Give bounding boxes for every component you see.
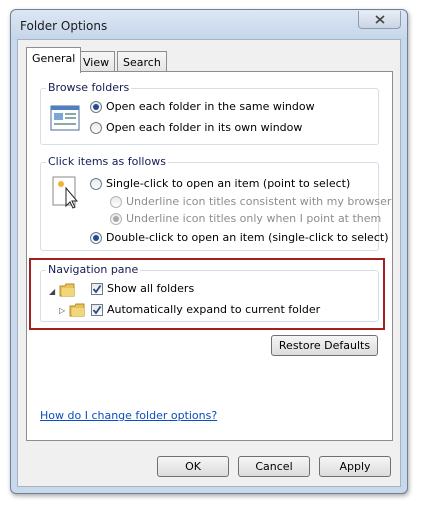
cancel-button[interactable]: Cancel bbox=[238, 456, 310, 477]
underline-browser-label: Underline icon titles consistent with my… bbox=[126, 195, 392, 208]
underline-browser-radio[interactable] bbox=[110, 195, 122, 208]
double-click-radio[interactable] bbox=[90, 231, 102, 244]
own-window-option[interactable]: Open each folder in its own window bbox=[90, 121, 302, 134]
click-cursor-icon bbox=[52, 176, 82, 213]
auto-expand-checkbox[interactable] bbox=[91, 303, 103, 316]
window-title: Folder Options bbox=[20, 19, 108, 33]
single-click-label: Single-click to open an item (point to s… bbox=[106, 177, 351, 190]
show-all-folders-checkbox[interactable] bbox=[91, 282, 103, 295]
single-click-option[interactable]: Single-click to open an item (point to s… bbox=[90, 177, 350, 190]
restore-defaults-button[interactable]: Restore Defaults bbox=[271, 335, 378, 356]
show-all-folders-label: Show all folders bbox=[107, 282, 195, 295]
show-all-folders-option[interactable]: Show all folders bbox=[91, 282, 194, 295]
tab-view-label: View bbox=[83, 56, 110, 69]
folder-icon bbox=[59, 283, 75, 300]
apply-button[interactable]: Apply bbox=[319, 456, 391, 477]
tab-general[interactable]: General bbox=[26, 47, 82, 73]
underline-point-option[interactable]: Underline icon titles only when I point … bbox=[110, 212, 381, 225]
underline-point-label: Underline icon titles only when I point … bbox=[126, 212, 382, 225]
tab-general-label: General bbox=[32, 52, 76, 65]
underline-point-radio[interactable] bbox=[110, 212, 122, 225]
browse-folders-heading: Browse folders bbox=[46, 81, 132, 94]
cancel-label: Cancel bbox=[255, 460, 293, 473]
title-bar[interactable]: Folder Options bbox=[11, 10, 407, 40]
navigation-pane-heading: Navigation pane bbox=[46, 263, 141, 276]
browse-folders-group: Browse folders bbox=[40, 81, 379, 145]
apply-label: Apply bbox=[339, 460, 371, 473]
underline-browser-option[interactable]: Underline icon titles consistent with my… bbox=[110, 195, 391, 208]
checkmark-icon bbox=[92, 284, 102, 293]
ok-button[interactable]: OK bbox=[157, 456, 229, 477]
checkmark-icon bbox=[92, 305, 102, 314]
own-window-radio[interactable] bbox=[90, 121, 102, 134]
same-window-radio[interactable] bbox=[90, 100, 102, 113]
auto-expand-option[interactable]: Automatically expand to current folder bbox=[91, 303, 320, 316]
click-items-heading: Click items as follows bbox=[46, 155, 168, 168]
window-icon bbox=[50, 104, 80, 135]
auto-expand-label: Automatically expand to current folder bbox=[107, 303, 321, 316]
help-link[interactable]: How do I change folder options? bbox=[40, 409, 217, 422]
same-window-label: Open each folder in the same window bbox=[106, 100, 315, 113]
ok-label: OK bbox=[185, 460, 201, 473]
double-click-label: Double-click to open an item (single-cli… bbox=[106, 231, 389, 244]
collapsed-arrow-icon[interactable]: ▷ bbox=[59, 306, 65, 315]
restore-defaults-label: Restore Defaults bbox=[278, 339, 371, 352]
tab-search-label: Search bbox=[123, 56, 161, 69]
close-icon bbox=[374, 15, 385, 24]
same-window-option[interactable]: Open each folder in the same window bbox=[90, 100, 315, 113]
tab-view[interactable]: View bbox=[77, 51, 116, 73]
expanded-arrow-icon[interactable]: ◢ bbox=[49, 287, 55, 296]
own-window-label: Open each folder in its own window bbox=[106, 121, 303, 134]
double-click-option[interactable]: Double-click to open an item (single-cli… bbox=[90, 231, 388, 244]
close-button[interactable] bbox=[358, 11, 401, 29]
single-click-radio[interactable] bbox=[90, 177, 102, 190]
folder-icon bbox=[69, 303, 85, 320]
tab-search[interactable]: Search bbox=[117, 51, 167, 73]
